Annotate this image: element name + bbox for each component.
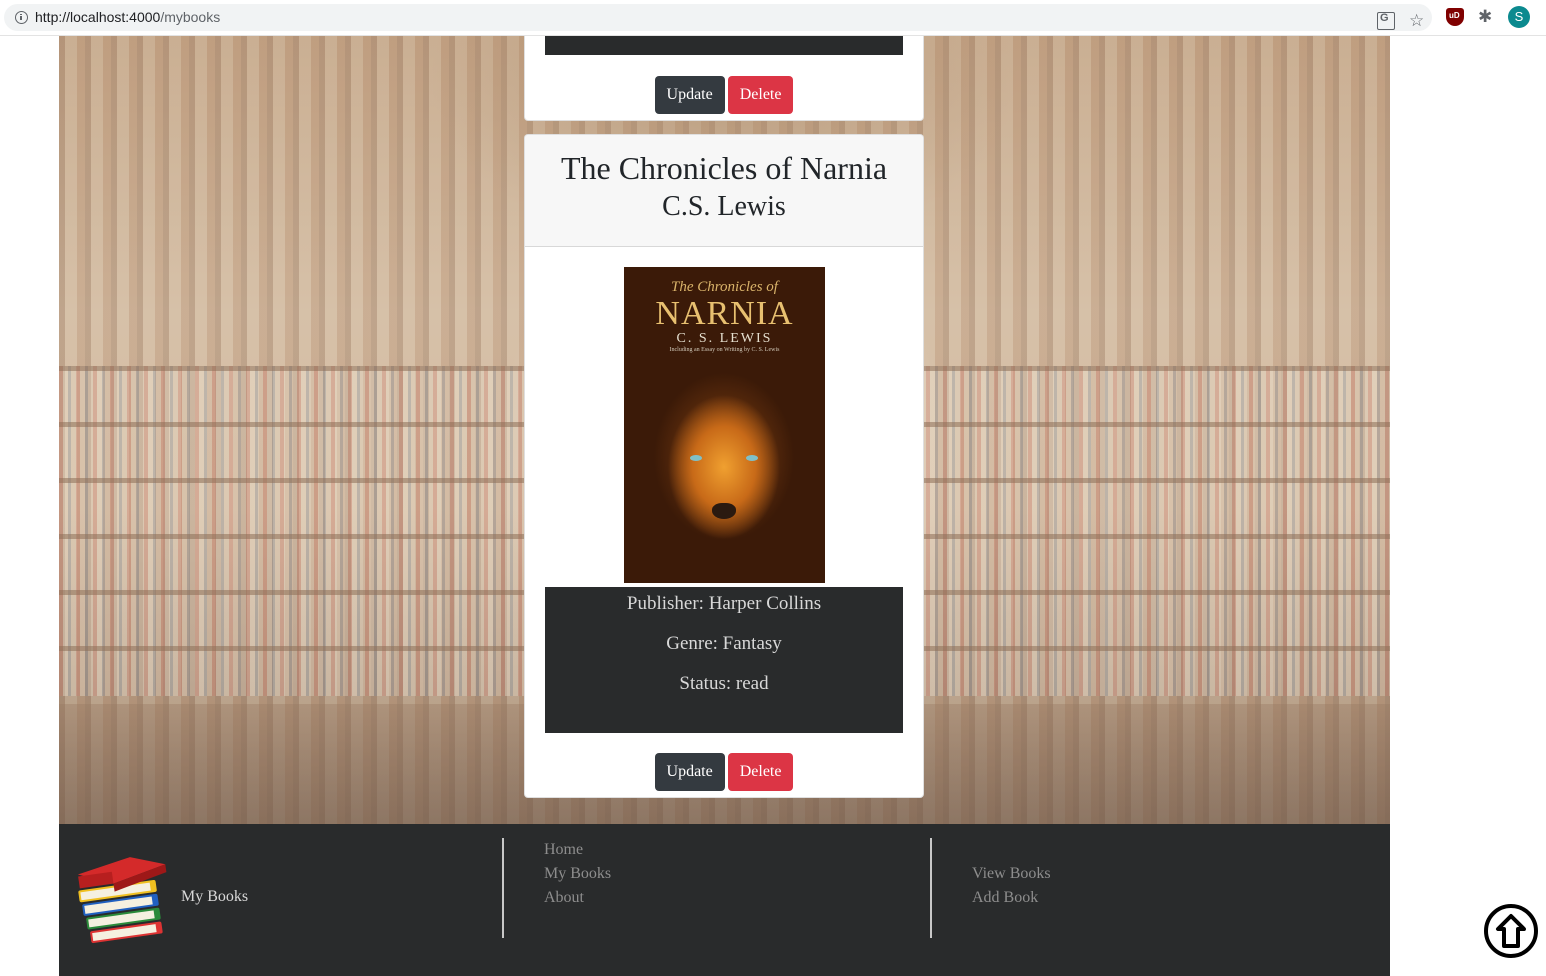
url-host: http://localhost:4000 (35, 9, 161, 25)
url-text[interactable]: http://localhost:4000/mybooks (35, 9, 220, 25)
scroll-to-top-arrow-icon[interactable] (1484, 904, 1538, 958)
book-details-panel: Publisher: Harper Collins Genre: Fantasy… (545, 587, 903, 733)
book-cover-image: The Chronicles of NARNIA C. S. LEWIS Inc… (624, 267, 825, 583)
footer-divider (930, 838, 932, 938)
footer-link-view-books[interactable]: View Books (972, 862, 1051, 886)
cover-title-big: NARNIA (655, 295, 794, 332)
genre-text: Genre: Fantasy (666, 633, 782, 654)
footer-link-my-books[interactable]: My Books (544, 862, 611, 886)
book-title: The Chronicles of Narnia (560, 150, 888, 186)
books-stack-logo-icon[interactable] (77, 848, 177, 948)
delete-button[interactable]: Delete (727, 753, 794, 791)
info-icon[interactable] (15, 11, 28, 24)
lion-nose (712, 503, 736, 519)
site-footer: My Books Home My Books About View Books … (59, 824, 1390, 976)
footer-link-home[interactable]: Home (544, 838, 611, 862)
ublock-extension-icon[interactable] (1446, 8, 1464, 26)
delete-button[interactable]: Delete (727, 76, 794, 114)
url-path: /mybooks (160, 9, 221, 25)
publisher-text: Publisher: Harper Collins (626, 593, 822, 614)
lion-eye-left (690, 455, 702, 461)
card-header: The Chronicles of Narnia C.S. Lewis (525, 135, 923, 247)
update-button[interactable]: Update (654, 76, 725, 114)
footer-link-add-book[interactable]: Add Book (972, 886, 1051, 910)
footer-links-secondary: View Books Add Book (972, 862, 1051, 910)
bookmark-star-icon[interactable]: ☆ (1409, 12, 1427, 30)
profile-avatar[interactable]: S (1508, 6, 1530, 28)
update-button[interactable]: Update (654, 753, 725, 791)
cover-author: C. S. LEWIS (676, 331, 773, 346)
book-card-previous: Update Delete (524, 36, 924, 121)
book-details-panel (545, 36, 903, 55)
card-actions: Update Delete (525, 753, 923, 791)
lion-eye-right (746, 455, 758, 461)
book-author: C.S. Lewis (662, 191, 786, 222)
status-text: Status: read (679, 673, 769, 694)
footer-divider (502, 838, 504, 938)
book-card: The Chronicles of Narnia C.S. Lewis The … (524, 134, 924, 798)
browser-toolbar: http://localhost:4000/mybooks ☆ ✱ S (0, 0, 1546, 36)
extensions-puzzle-icon[interactable]: ✱ (1478, 8, 1496, 26)
footer-link-about[interactable]: About (544, 886, 611, 910)
address-bar[interactable]: http://localhost:4000/mybooks ☆ (4, 4, 1432, 31)
footer-brand[interactable]: My Books (181, 888, 248, 906)
cover-title-small: The Chronicles of (671, 279, 778, 295)
cover-subtitle: Including an Essay on Writing by C. S. L… (669, 347, 780, 353)
translate-icon[interactable] (1377, 12, 1395, 30)
footer-links-primary: Home My Books About (544, 838, 611, 910)
card-actions: Update Delete (525, 76, 923, 114)
